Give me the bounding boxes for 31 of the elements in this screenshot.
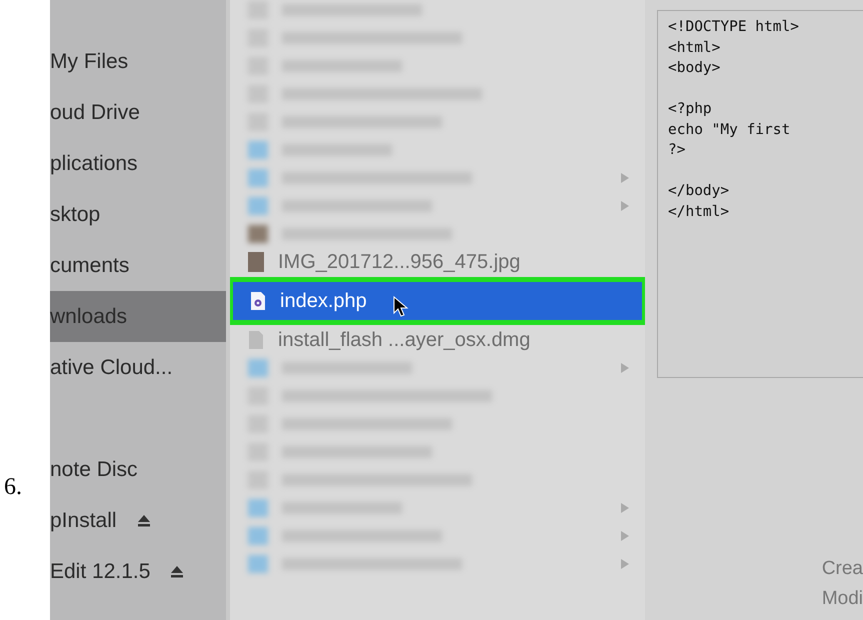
sidebar-item[interactable]: My Files <box>50 36 226 87</box>
step-number: 6. <box>3 474 22 501</box>
sidebar-item[interactable]: oud Drive <box>50 87 226 138</box>
eject-icon[interactable] <box>136 514 151 528</box>
info-label: Modi <box>822 588 863 610</box>
disclosure-arrow-icon[interactable] <box>621 531 629 541</box>
file-row[interactable]: install_flash ...ayer_osx.dmg <box>230 326 645 354</box>
disclosure-arrow-icon[interactable] <box>621 363 629 373</box>
file-icon <box>248 330 264 350</box>
disclosure-arrow-icon[interactable] <box>621 201 629 211</box>
php-file-icon <box>250 291 266 311</box>
eject-icon[interactable] <box>170 564 184 578</box>
disclosure-arrow-icon[interactable] <box>621 559 629 569</box>
sidebar-item[interactable]: Edit 12.1.5 <box>50 546 226 597</box>
disclosure-arrow-icon[interactable] <box>621 503 629 513</box>
code-preview: <!DOCTYPE html> <html> <body> <?php echo "My first ?> </body> </html> <box>657 10 863 378</box>
file-name: index.php <box>280 290 367 312</box>
image-thumbnail-icon <box>248 252 264 272</box>
file-name: install_flash ...ayer_osx.dmg <box>278 328 530 352</box>
file-name: IMG_201712...956_475.jpg <box>278 250 520 274</box>
sidebar-item[interactable]: note Disc <box>50 444 226 495</box>
mouse-cursor-icon <box>392 296 409 318</box>
sidebar-item[interactable]: pInstall <box>50 495 226 546</box>
sidebar-item[interactable]: cuments <box>50 240 226 291</box>
sidebar-item[interactable]: ative Cloud... <box>50 342 226 393</box>
file-row[interactable]: index.php <box>232 281 643 321</box>
file-row[interactable]: IMG_201712...956_475.jpg <box>230 248 645 276</box>
sidebar-item[interactable]: sktop <box>50 189 226 240</box>
sidebar-item[interactable]: plications <box>50 138 226 189</box>
disclosure-arrow-icon[interactable] <box>621 173 629 183</box>
info-label: Crea <box>822 558 863 580</box>
